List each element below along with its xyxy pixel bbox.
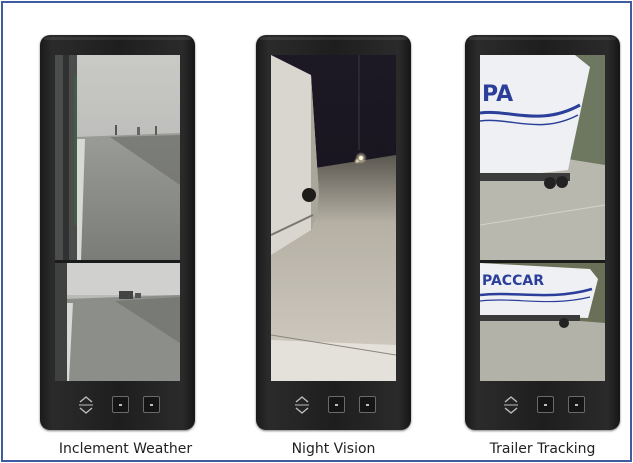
trailer-logo: PA: [482, 82, 513, 107]
camera-screen: PA PACCAR: [480, 55, 605, 381]
button-icon: [335, 404, 338, 406]
button-icon: [575, 404, 578, 406]
camera-view-night: [271, 55, 396, 381]
up-down-arrows-icon[interactable]: [76, 394, 96, 416]
camera-view-bottom: PACCAR: [480, 263, 605, 381]
up-down-arrows-icon[interactable]: [501, 394, 521, 416]
svg-text:PA: PA: [482, 82, 513, 107]
monitor-button-2[interactable]: [359, 396, 376, 413]
caption-trailer-tracking: Trailer Tracking: [489, 441, 596, 457]
split-divider: [55, 260, 180, 263]
button-icon: [150, 404, 153, 406]
split-divider: [480, 260, 605, 263]
monitor-button-2[interactable]: [143, 396, 160, 413]
button-icon: [119, 404, 122, 406]
monitor-button-1[interactable]: [537, 396, 554, 413]
up-down-arrows-icon[interactable]: [292, 394, 312, 416]
monitor-button-1[interactable]: [112, 396, 129, 413]
camera-view-top: PA: [480, 55, 605, 261]
camera-screen: [271, 55, 396, 381]
camera-view-bottom: [55, 263, 180, 381]
monitor-controls: [256, 390, 411, 420]
button-icon: [366, 404, 369, 406]
monitor-button-2[interactable]: [568, 396, 585, 413]
monitor-controls: [40, 390, 195, 420]
camera-screen: [55, 55, 180, 381]
camera-view-top: [55, 55, 180, 261]
mirror-monitor-night-vision: [256, 35, 411, 430]
mirror-monitor-trailer-tracking: PA PACCAR: [465, 35, 620, 430]
monitor-controls: [465, 390, 620, 420]
trailer-logo: PACCAR: [482, 273, 544, 289]
monitor-button-1[interactable]: [328, 396, 345, 413]
caption-inclement-weather: Inclement Weather: [58, 441, 193, 457]
svg-text:PACCAR: PACCAR: [482, 273, 544, 289]
button-icon: [544, 404, 547, 406]
mirror-monitor-inclement-weather: [40, 35, 195, 430]
figure-frame: Inclement Weather Night Vision PA PACCAR…: [1, 1, 632, 462]
caption-night-vision: Night Vision: [291, 441, 376, 457]
